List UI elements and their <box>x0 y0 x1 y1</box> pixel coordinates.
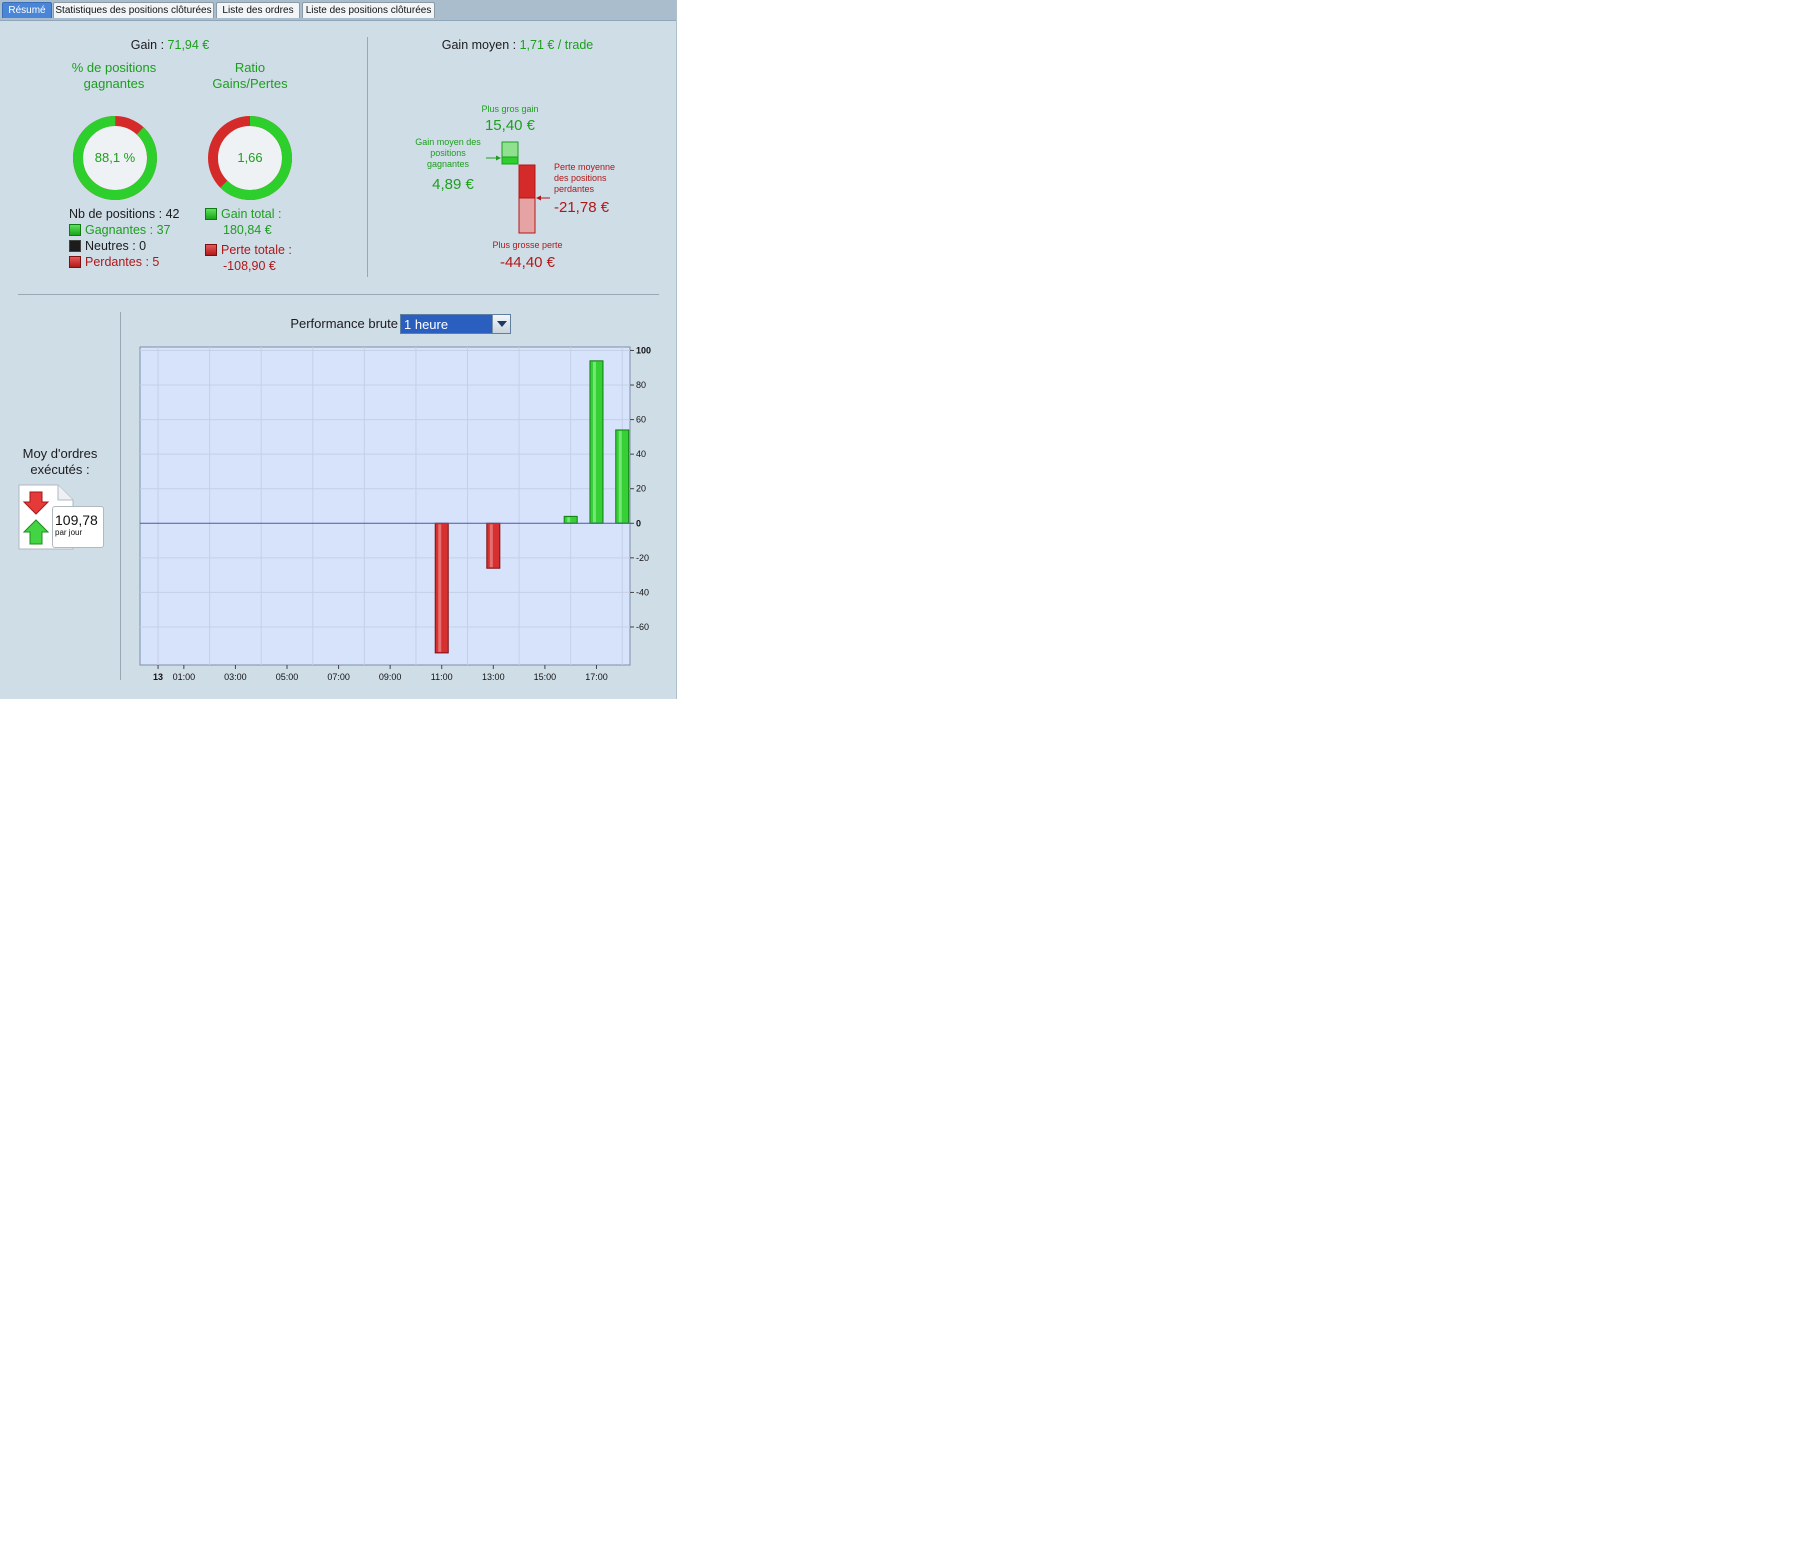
horizontal-divider <box>18 294 659 295</box>
green-square-icon <box>69 224 81 236</box>
y-tick-label: 60 <box>636 415 646 425</box>
neutrals-label: Neutres : 0 <box>85 239 147 253</box>
ratio-value: 1,66 <box>237 150 263 165</box>
vertical-divider <box>367 37 368 277</box>
gain-label: Gain : <box>130 38 168 52</box>
total-gain-label: Gain total : <box>221 207 282 221</box>
red-square-icon <box>205 244 217 256</box>
x-axis: 13 01:00 03:00 05:00 07:00 09:00 11:00 13:00 15:… <box>153 665 608 682</box>
period-select[interactable]: 1 heure <box>400 314 511 334</box>
tab-orders-list[interactable]: Liste des ordres <box>216 2 300 18</box>
x-tick-label: 13 <box>153 672 163 682</box>
winning-pct-value: 88,1 % <box>94 150 136 165</box>
bar-highlight <box>618 430 622 523</box>
winners-legend: Gagnantes : 37 <box>69 222 170 238</box>
green-square-icon <box>205 208 217 220</box>
avg-win-value: 4,89 € <box>432 176 474 193</box>
gain-loss-range-diagram <box>486 141 550 234</box>
x-tick-label: 09:00 <box>379 672 402 682</box>
losers-legend: Perdantes : 5 <box>69 254 159 270</box>
best-gain-label: Plus gros gain <box>481 104 539 114</box>
total-loss-value: -108,90 € <box>223 259 276 273</box>
neutrals-legend: Neutres : 0 <box>69 238 146 254</box>
avg-loss-label: Perte moyenne des positions perdantes <box>554 162 616 194</box>
trading-summary-window: Résumé Statistiques des positions clôtur… <box>0 0 677 699</box>
gain-summary: Gain : 71,94 € <box>100 38 240 52</box>
y-tick-label: -40 <box>636 587 649 597</box>
red-square-icon <box>69 256 81 268</box>
avg-loss-value: -21,78 € <box>554 199 610 216</box>
x-tick-label: 07:00 <box>327 672 350 682</box>
bar-negative <box>434 522 449 654</box>
bar-positive <box>589 360 604 524</box>
total-loss-legend: Perte totale : <box>205 242 292 258</box>
tab-closed-positions-stats[interactable]: Statistiques des positions clôturées <box>53 2 214 18</box>
bar-highlight <box>489 524 493 568</box>
black-square-icon <box>69 240 81 252</box>
avg-win-arrow <box>496 155 501 161</box>
y-tick-label: 20 <box>636 484 646 494</box>
total-gain-value: 180,84 € <box>223 223 272 237</box>
y-tick-label: 0 <box>636 518 641 528</box>
avg-loss-arrow <box>536 195 541 201</box>
worst-loss-label: Plus grosse perte <box>492 240 563 250</box>
total-gain-legend: Gain total : <box>205 206 281 222</box>
x-tick-label: 03:00 <box>224 672 247 682</box>
orders-card: 109,78 par jour <box>52 506 104 548</box>
total-loss-label: Perte totale : <box>221 243 292 257</box>
bar-highlight <box>592 361 596 523</box>
vertical-divider-lower <box>120 312 121 680</box>
winners-label: Gagnantes : 37 <box>85 223 171 237</box>
bar-highlight <box>438 524 442 652</box>
y-tick-label: -60 <box>636 622 649 632</box>
y-tick-label: 100 <box>636 345 651 355</box>
x-tick-label: 05:00 <box>276 672 299 682</box>
winning-pct-title: % de positions gagnantes <box>71 60 157 91</box>
x-tick-label: 13:00 <box>482 672 505 682</box>
x-tick-label: 15:00 <box>534 672 557 682</box>
avg-gain-marker <box>501 156 519 165</box>
x-tick-label: 17:00 <box>585 672 608 682</box>
x-tick-label: 01:00 <box>173 672 196 682</box>
y-tick-label: 40 <box>636 449 646 459</box>
plot-area <box>139 346 631 666</box>
losers-label: Perdantes : 5 <box>85 255 160 269</box>
period-value: 1 heure <box>404 317 449 332</box>
avg-loss-marker <box>518 164 536 199</box>
worst-loss-value: -44,40 € <box>499 254 556 271</box>
tab-closed-positions-list[interactable]: Liste des positions clôturées <box>302 2 435 18</box>
average-gain-summary: Gain moyen : 1,71 € / trade <box>400 38 635 52</box>
tab-resume[interactable]: Résumé <box>2 2 52 18</box>
y-tick-label: 80 <box>636 380 646 390</box>
y-tick-label: -20 <box>636 553 649 563</box>
bar-negative <box>486 522 501 569</box>
bar-positive <box>615 429 630 524</box>
ratio-title: Ratio Gains/Pertes <box>212 60 288 91</box>
positions-count: Nb de positions : 42 <box>69 207 180 221</box>
x-tick-label: 11:00 <box>431 672 453 682</box>
average-gain-label: Gain moyen : <box>441 38 520 52</box>
orders-title: Moy d'ordres exécutés : <box>22 446 98 477</box>
y-axis: 100 80 60 40 20 0 -20 -40 -60 <box>630 345 651 632</box>
orders-unit: par jour <box>55 528 83 537</box>
chevron-down-icon[interactable] <box>492 315 510 333</box>
orders-widget: 109,78 par jour <box>18 484 104 550</box>
performance-label: Performance brute <box>290 316 398 331</box>
bar-highlight <box>567 517 571 523</box>
tab-bar: Résumé Statistiques des positions clôtur… <box>0 0 676 21</box>
performance-chart: 100 80 60 40 20 0 -20 -40 -60 13 01:00 03:00 05:00 0… <box>139 345 651 682</box>
gain-value: 71,94 € <box>167 38 210 52</box>
average-gain-value: 1,71 € / trade <box>519 38 594 52</box>
bar-positive <box>563 515 578 524</box>
orders-value: 109,78 <box>55 512 98 528</box>
best-gain-value: 15,40 € <box>484 117 536 134</box>
avg-win-label: Gain moyen des positions gagnantes <box>415 137 481 169</box>
